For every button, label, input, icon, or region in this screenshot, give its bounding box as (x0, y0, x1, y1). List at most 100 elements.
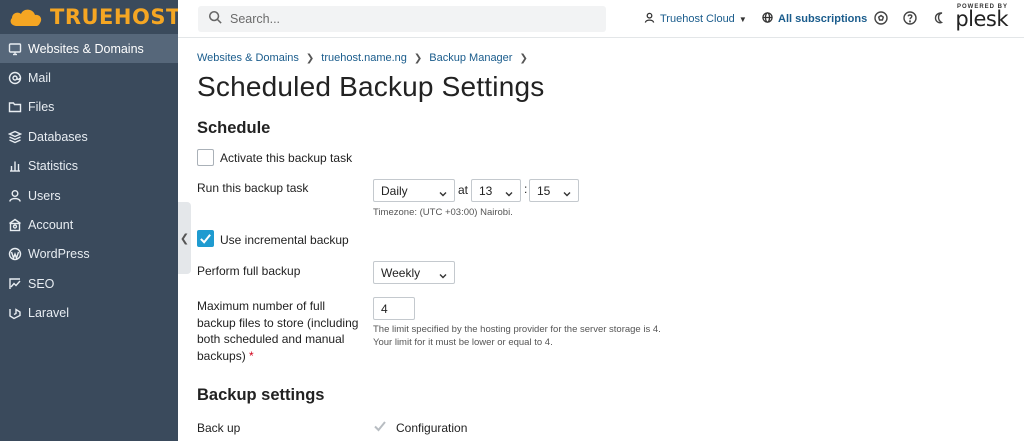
sidebar: TRUEHOST Websites & Domains Mail Files Data… (0, 0, 181, 441)
account-menu[interactable]: Truehost Cloud ▼ (644, 12, 747, 26)
full-backup-value: Weekly (381, 265, 421, 280)
check-icon (374, 421, 386, 432)
sidebar-item-mail[interactable]: Mail (0, 63, 178, 92)
max-backups-label-line: backup files to store (including (197, 315, 359, 330)
activate-task-checkbox[interactable] (197, 149, 214, 166)
sidebar-item-files[interactable]: Files (0, 93, 178, 122)
sidebar-item-label: Databases (28, 129, 88, 144)
breadcrumb-backup-manager[interactable]: Backup Manager (429, 52, 512, 64)
time-colon: : (524, 182, 528, 196)
soccer-ball-icon[interactable] (874, 11, 888, 25)
brand-logo[interactable]: TRUEHOST (0, 0, 181, 34)
frequency-select[interactable]: Daily (373, 179, 455, 202)
configuration-label: Configuration (396, 421, 468, 435)
sidebar-item-seo[interactable]: SEO (0, 269, 178, 298)
chevron-right-icon: ❯ (413, 52, 423, 64)
schedule-section-title: Schedule (197, 119, 271, 137)
frequency-value: Daily (381, 183, 408, 198)
chevron-down-icon (563, 187, 571, 197)
search-input[interactable] (230, 12, 590, 26)
page-title: Scheduled Backup Settings (197, 71, 545, 102)
activate-task-label: Activate this backup task (220, 151, 353, 165)
run-task-label: Run this backup task (197, 181, 309, 195)
chevron-down-icon (505, 187, 513, 197)
max-backups-label: Maximum number of full backup files to s… (197, 298, 372, 364)
timezone-hint: Timezone: (UTC +03:00) Nairobi. (373, 207, 513, 218)
sidebar-item-statistics[interactable]: Statistics (0, 152, 178, 181)
minute-select[interactable]: 15 (529, 179, 579, 202)
monitor-icon (8, 42, 22, 56)
search-box[interactable] (198, 6, 606, 32)
breadcrumb-websites[interactable]: Websites & Domains (197, 52, 299, 64)
breadcrumb-domain[interactable]: truehost.name.ng (321, 52, 407, 64)
top-bar: Truehost Cloud ▼ All subscriptions POWER… (178, 0, 1024, 38)
sidebar-item-label: Files (28, 100, 55, 115)
sidebar-item-websites-domains[interactable]: Websites & Domains (0, 34, 178, 64)
incremental-backup-label: Use incremental backup (220, 233, 349, 247)
user-icon (644, 12, 660, 26)
plesk-logo[interactable]: POWERED BY plesk (955, 4, 1008, 31)
database-icon (8, 130, 22, 144)
chevron-left-icon: ❮ (179, 232, 190, 245)
check-icon (200, 234, 211, 244)
hour-value: 13 (479, 183, 493, 198)
user-icon (8, 189, 22, 203)
at-label: at (458, 183, 469, 197)
folder-icon (8, 100, 22, 114)
brand-name: TRUEHOST (50, 5, 181, 29)
incremental-backup-checkbox[interactable] (197, 230, 214, 247)
subscriptions-label: All subscriptions (778, 13, 868, 25)
max-backups-hint: The limit specified by the hosting provi… (373, 323, 661, 349)
back-up-label: Back up (197, 421, 241, 435)
globe-icon (762, 12, 778, 26)
full-backup-label: Perform full backup (197, 264, 301, 278)
sidebar-item-users[interactable]: Users (0, 181, 178, 210)
main-content: Websites & Domains ❯ truehost.name.ng ❯ … (197, 38, 1024, 441)
sidebar-item-label: Users (28, 188, 61, 203)
max-backups-hint-line: The limit specified by the hosting provi… (373, 324, 661, 335)
mail-icon (8, 71, 22, 85)
max-backups-label-line: both scheduled and manual (197, 332, 345, 346)
sidebar-item-label: Laravel (28, 306, 69, 321)
seo-icon (8, 277, 22, 291)
sidebar-item-label: Account (28, 218, 74, 233)
account-icon (8, 218, 22, 232)
plesk-wordmark: plesk (955, 7, 1008, 31)
bar-chart-icon (8, 159, 22, 173)
wordpress-icon (8, 247, 22, 261)
sidebar-item-laravel[interactable]: Laravel (0, 299, 178, 328)
sidebar-item-account[interactable]: Account (0, 210, 178, 239)
sidebar-item-label: Statistics (28, 159, 79, 174)
chevron-right-icon: ❯ (519, 52, 528, 64)
moon-icon[interactable] (933, 11, 947, 25)
full-backup-select[interactable]: Weekly (373, 261, 455, 284)
sidebar-item-databases[interactable]: Databases (0, 122, 178, 151)
sidebar-nav: Websites & Domains Mail Files Databases Stat… (0, 34, 178, 328)
chevron-down-icon: ▼ (738, 14, 747, 24)
max-backups-label-line: backups) * (197, 348, 372, 365)
minute-value: 15 (537, 183, 551, 198)
cloud-logo-icon (8, 6, 44, 28)
sidebar-item-label: Mail (28, 71, 51, 86)
required-mark: * (249, 348, 254, 363)
sidebar-item-label: WordPress (28, 247, 90, 262)
hour-select[interactable]: 13 (471, 179, 521, 202)
max-backups-hint-line: Your limit for it must be lower or equal… (373, 337, 553, 348)
sidebar-item-label: Websites & Domains (28, 41, 144, 56)
max-backups-label-text: backups) (197, 348, 246, 363)
max-backups-input[interactable]: 4 (373, 297, 415, 320)
sidebar-item-wordpress[interactable]: WordPress (0, 240, 178, 269)
sidebar-item-label: SEO (28, 276, 55, 291)
breadcrumb: Websites & Domains ❯ truehost.name.ng ❯ … (197, 52, 535, 64)
sidebar-collapse-handle[interactable]: ❮ (178, 202, 191, 274)
help-icon[interactable] (903, 11, 917, 25)
configuration-checkbox (373, 419, 390, 436)
laravel-icon (8, 306, 22, 320)
chevron-down-icon (439, 269, 447, 279)
search-icon (208, 10, 222, 29)
backup-settings-section-title: Backup settings (197, 386, 325, 404)
subscriptions-menu[interactable]: All subscriptions (762, 12, 867, 26)
chevron-down-icon (439, 187, 447, 197)
max-backups-label-line: Maximum number of full (197, 299, 326, 313)
chevron-right-icon: ❯ (305, 52, 315, 64)
